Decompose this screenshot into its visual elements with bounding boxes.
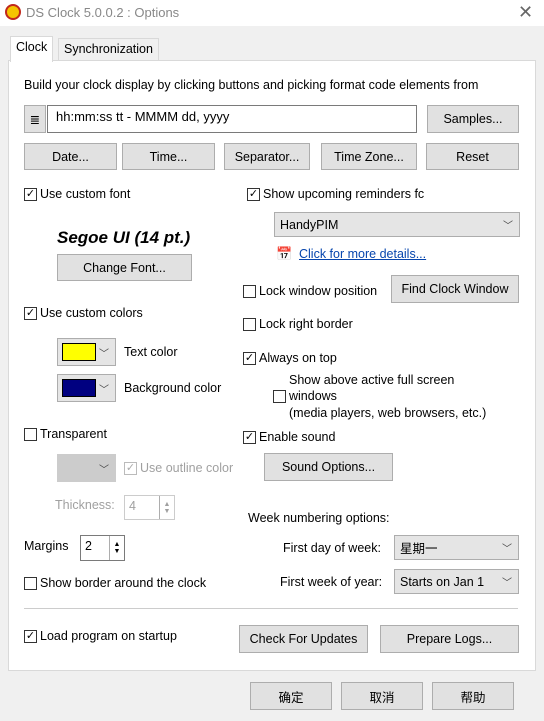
first-day-value: 星期一 — [400, 542, 438, 556]
help-button[interactable]: 帮助 — [432, 682, 514, 710]
lock-position-checkbox[interactable] — [243, 285, 256, 298]
use-custom-font-checkbox[interactable]: ✓ — [24, 188, 37, 201]
reset-button[interactable]: Reset — [426, 143, 519, 170]
lock-right-border-checkbox[interactable] — [243, 318, 256, 331]
check-updates-button[interactable]: Check For Updates — [239, 625, 368, 653]
calendar-icon: 📅 — [276, 246, 293, 261]
use-custom-colors-checkbox[interactable]: ✓ — [24, 307, 37, 320]
divider — [24, 608, 518, 609]
text-color-label: Text color — [124, 345, 178, 359]
list-icon: ≣ — [29, 112, 41, 127]
first-day-label: First day of week: — [283, 541, 381, 555]
tab-synchronization[interactable]: Synchronization — [58, 38, 159, 60]
margins-value: 2 — [85, 539, 92, 553]
chevron-down-icon: ﹀ — [502, 544, 512, 555]
chevron-down-icon: ﹀ — [99, 348, 109, 360]
show-reminders-label: Show upcoming reminders fc — [263, 187, 425, 201]
transparent-checkbox[interactable] — [24, 428, 37, 441]
always-on-top-checkbox[interactable]: ✓ — [243, 352, 256, 365]
ok-button[interactable]: 确定 — [250, 682, 332, 710]
transparent-label: Transparent — [40, 427, 107, 441]
sound-options-button[interactable]: Sound Options... — [264, 453, 393, 481]
window-title: DS Clock 5.0.0.2 : Options — [26, 5, 180, 20]
spin-arrows-icon[interactable]: ▲ ▼ — [109, 536, 124, 560]
first-week-select[interactable]: Starts on Jan 1 ﹀ — [394, 569, 519, 594]
chevron-down-icon: ﹀ — [99, 464, 109, 476]
format-input[interactable]: hh:mm:ss tt - MMMM dd, yyyy — [47, 105, 417, 133]
reminder-app-select[interactable]: HandyPIM ﹀ — [274, 212, 520, 237]
thickness-label: Thickness: — [55, 498, 115, 512]
prepare-logs-button[interactable]: Prepare Logs... — [380, 625, 519, 653]
background-color-swatch — [62, 379, 96, 397]
show-border-label: Show border around the clock — [40, 576, 207, 590]
reminder-app-value: HandyPIM — [280, 217, 339, 232]
first-week-label: First week of year: — [280, 575, 383, 589]
tab-clock[interactable]: Clock — [10, 36, 54, 62]
show-above-fullscreen-label-2: windows — [289, 389, 337, 403]
first-week-value: Starts on Jan 1 — [400, 574, 485, 589]
spin-arrows-icon[interactable]: ▲ ▼ — [159, 496, 174, 519]
cancel-button[interactable]: 取消 — [341, 682, 423, 710]
show-border-checkbox[interactable] — [24, 577, 37, 590]
chevron-down-icon: ﹀ — [502, 578, 512, 589]
close-icon[interactable]: ✕ — [518, 2, 533, 23]
time-button[interactable]: Time... — [122, 143, 215, 170]
always-on-top-label: Always on top — [259, 351, 337, 365]
thickness-value: 4 — [129, 499, 136, 513]
chevron-down-icon: ﹀ — [99, 384, 109, 396]
chevron-down-icon: ﹀ — [503, 221, 513, 232]
samples-button[interactable]: Samples... — [427, 105, 519, 133]
change-font-button[interactable]: Change Font... — [57, 254, 192, 281]
use-outline-color-checkbox[interactable]: ✓ — [124, 462, 137, 475]
show-above-fullscreen-checkbox[interactable] — [273, 390, 286, 403]
date-button[interactable]: Date... — [24, 143, 117, 170]
use-custom-colors-label: Use custom colors — [40, 306, 143, 320]
first-day-select[interactable]: 星期一 ﹀ — [394, 535, 519, 560]
margins-stepper[interactable]: 2 ▲ ▼ — [80, 535, 125, 561]
background-color-picker[interactable]: ﹀ — [57, 374, 116, 402]
text-color-swatch — [62, 343, 96, 361]
thickness-stepper[interactable]: 4 ▲ ▼ — [124, 495, 175, 520]
use-outline-color-label: Use outline color — [140, 461, 234, 475]
load-startup-checkbox[interactable]: ✓ — [24, 630, 37, 643]
week-numbering-label: Week numbering options: — [248, 511, 390, 525]
font-preview: Segoe UI (14 pt.) — [57, 228, 191, 247]
use-custom-font-label: Use custom font — [40, 187, 131, 201]
outline-color-picker[interactable]: ﹀ — [57, 454, 116, 482]
clock-app-icon — [5, 4, 21, 20]
format-list-button[interactable]: ≣ — [24, 105, 46, 133]
background-color-label: Background color — [124, 381, 222, 395]
load-startup-label: Load program on startup — [40, 629, 177, 643]
timezone-button[interactable]: Time Zone... — [321, 143, 417, 170]
show-reminders-checkbox[interactable]: ✓ — [247, 188, 260, 201]
text-color-picker[interactable]: ﹀ — [57, 338, 116, 366]
find-clock-window-button[interactable]: Find Clock Window — [391, 275, 519, 303]
instruction-text: Build your clock display by clicking but… — [24, 78, 479, 92]
lock-right-border-label: Lock right border — [259, 317, 353, 331]
show-above-fullscreen-label: Show above active full screen — [289, 373, 455, 387]
margins-label: Margins — [24, 539, 69, 553]
more-details-link[interactable]: Click for more details... — [299, 247, 426, 261]
enable-sound-checkbox[interactable]: ✓ — [243, 431, 256, 444]
enable-sound-label: Enable sound — [259, 430, 336, 444]
separator-button[interactable]: Separator... — [224, 143, 310, 170]
lock-position-label: Lock window position — [259, 284, 378, 298]
show-above-fullscreen-note: (media players, web browsers, etc.) — [289, 406, 487, 420]
